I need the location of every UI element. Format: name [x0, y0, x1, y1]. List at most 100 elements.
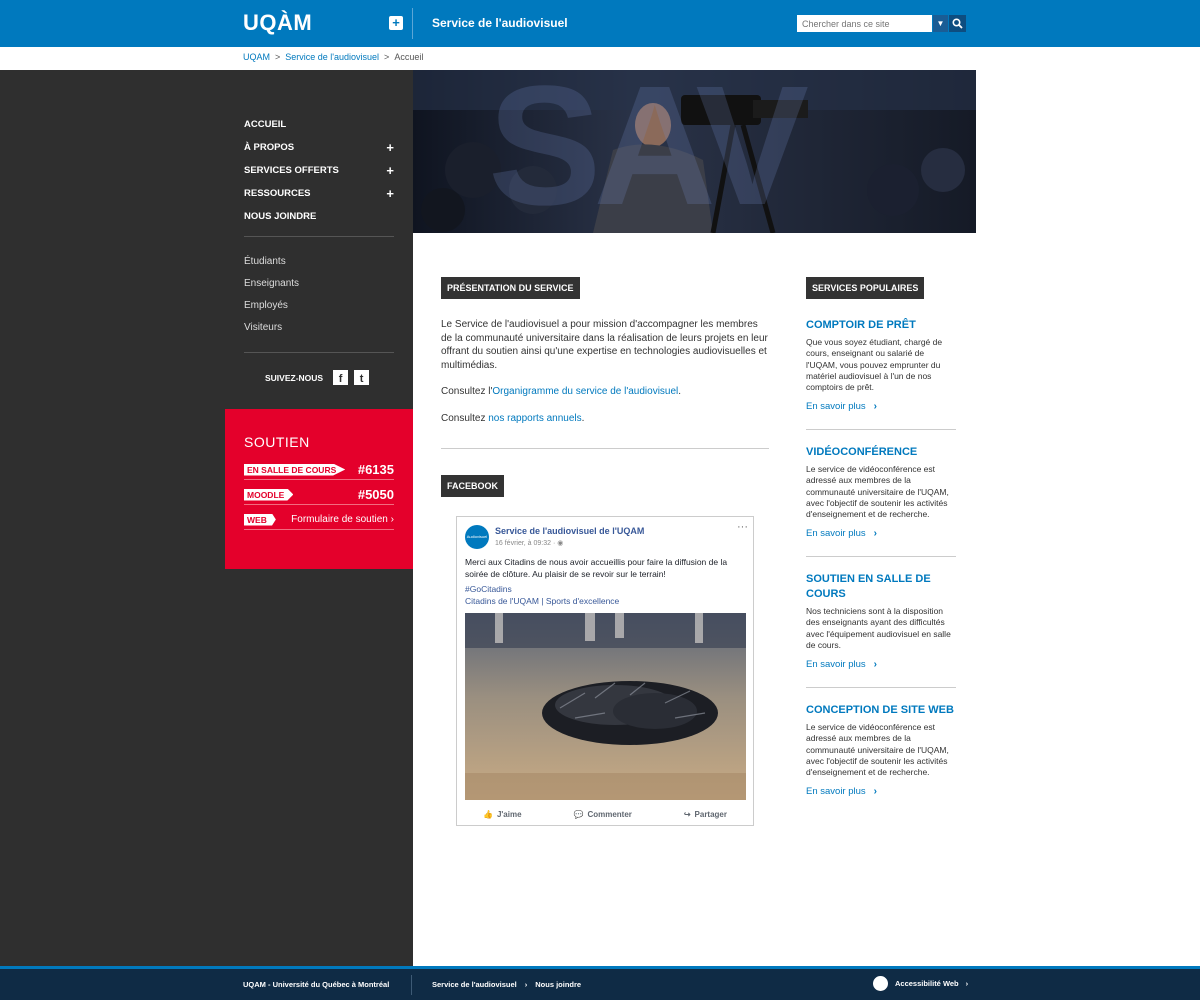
chevron-right-icon: › — [965, 979, 969, 988]
soutien-row-moodle[interactable]: MOODLE #5050 — [244, 485, 394, 505]
audience-nav: Étudiants Enseignants Employés Visiteurs — [244, 254, 394, 342]
menu-plus-button[interactable]: + — [389, 16, 403, 30]
service-title[interactable]: VIDÉOCONFÉRENCE — [806, 445, 956, 460]
soutien-panel: SOUTIEN EN SALLE DE COURS #6135 MOODLE #… — [225, 409, 413, 569]
accessibility-link[interactable]: Accessibilité Web › — [873, 976, 968, 991]
learn-more-label: En savoir plus — [806, 528, 866, 540]
page-name-link[interactable]: Service de l'audiovisuel de l'UQAM — [495, 526, 644, 536]
learn-more-label: En savoir plus — [806, 401, 866, 413]
hashtag-link[interactable]: #GoCitadins — [465, 584, 512, 594]
accessibility-icon — [873, 976, 888, 991]
service-title[interactable]: COMPTOIR DE PRÊT — [806, 318, 956, 333]
sidebar-item-nous-joindre[interactable]: NOUS JOINDRE — [244, 205, 394, 228]
sidebar-divider — [244, 352, 394, 353]
audience-item-employes[interactable]: Employés — [244, 298, 394, 320]
sidebar-item-label: NOUS JOINDRE — [244, 211, 317, 222]
footer-contact-link[interactable]: Nous joindre — [535, 980, 581, 989]
service-title[interactable]: SOUTIEN EN SALLE DE COURS — [806, 572, 956, 602]
organigramme-link[interactable]: Organigramme du service de l'audiovisuel — [492, 386, 678, 397]
search-scope-dropdown[interactable]: ▼ — [933, 15, 948, 32]
learn-more-label: En savoir plus — [806, 786, 866, 798]
follow-label: SUIVEZ-NOUS — [265, 372, 324, 383]
search-input[interactable] — [797, 15, 932, 32]
footer-university-link[interactable]: UQAM - Université du Québec à Montréal — [243, 980, 389, 989]
service-card-comptoir: COMPTOIR DE PRÊT Que vous soyez étudiant… — [806, 318, 956, 412]
comment-icon: 💬 — [573, 809, 584, 819]
service-card-conception-web: CONCEPTION DE SITE WEB Le service de vid… — [806, 703, 956, 797]
audience-item-enseignants[interactable]: Enseignants — [244, 276, 394, 298]
service-divider — [806, 687, 956, 688]
breadcrumb-service[interactable]: Service de l'audiovisuel — [285, 52, 379, 62]
service-title[interactable]: CONCEPTION DE SITE WEB — [806, 703, 956, 718]
breadcrumb: UQAM > Service de l'audiovisuel > Accueil — [243, 52, 423, 62]
share-icon: ↪ — [683, 809, 691, 819]
service-card-videoconference: VIDÉOCONFÉRENCE Le service de vidéoconfé… — [806, 445, 956, 539]
facebook-heading: FACEBOOK — [441, 475, 505, 497]
pompoms-photo — [465, 613, 746, 800]
sidebar-item-label: SERVICES OFFERTS — [244, 165, 339, 176]
sidebar-item-services-offerts[interactable]: SERVICES OFFERTS + — [244, 159, 394, 182]
footer-service-link[interactable]: Service de l'audiovisuel — [432, 980, 517, 989]
facebook-icon[interactable]: f — [333, 370, 349, 385]
service-divider — [806, 429, 956, 430]
service-description: Nos techniciens sont à la disposition de… — [806, 606, 951, 650]
hero-overlay-letters: SAV — [488, 70, 809, 233]
soutien-tag: MOODLE — [244, 488, 294, 501]
footer: UQAM - Université du Québec à Montréal S… — [0, 969, 1200, 1000]
presentation-heading: PRÉSENTATION DU SERVICE — [441, 277, 580, 299]
section-divider — [441, 448, 769, 449]
learn-more-link[interactable]: En savoir plus › — [806, 659, 956, 670]
consult-suffix: . — [678, 386, 682, 397]
learn-more-link[interactable]: En savoir plus › — [806, 401, 956, 412]
soutien-tag: EN SALLE DE COURS — [244, 463, 346, 476]
follow-us: SUIVEZ-NOUS f t — [265, 370, 375, 385]
soutien-form-link[interactable]: Formulaire de soutien › — [291, 514, 394, 525]
post-date-text: 16 février, à 09:32 · — [495, 540, 558, 547]
globe-icon: ◉ — [557, 540, 564, 547]
like-button[interactable]: 👍 J'aime — [483, 810, 522, 819]
learn-more-link[interactable]: En savoir plus › — [806, 528, 956, 539]
accessibility-label: Accessibilité Web — [895, 979, 959, 988]
post-image[interactable] — [465, 613, 746, 800]
expand-icon[interactable]: + — [386, 163, 394, 178]
soutien-row-salle[interactable]: EN SALLE DE COURS #6135 — [244, 460, 394, 480]
header-divider — [412, 8, 413, 39]
chevron-right-icon: › — [873, 659, 878, 671]
rapports-annuels-link[interactable]: nos rapports annuels — [488, 413, 581, 424]
sidebar-item-a-propos[interactable]: À PROPOS + — [244, 136, 394, 159]
site-title[interactable]: Service de l'audiovisuel — [432, 16, 568, 30]
share-button[interactable]: ↪ Partager — [684, 810, 727, 819]
soutien-row-web[interactable]: WEB Formulaire de soutien › — [244, 510, 394, 530]
sidebar-item-label: À PROPOS — [244, 142, 295, 153]
search-icon — [952, 18, 963, 29]
twitter-icon[interactable]: t — [354, 370, 370, 385]
comment-button[interactable]: 💬 Commenter — [573, 810, 631, 819]
mention-link[interactable]: Citadins de l'UQAM | Sports d'excellence — [465, 596, 619, 606]
post-date[interactable]: 16 février, à 09:32 · ◉ — [495, 539, 563, 547]
expand-icon[interactable]: + — [386, 140, 394, 155]
sidebar-item-label: RESSOURCES — [244, 188, 311, 199]
comment-label: Commenter — [587, 809, 632, 819]
consult-suffix: . — [581, 412, 585, 424]
sidebar-item-label: ACCUEIL — [244, 119, 287, 130]
search-button[interactable] — [949, 15, 966, 32]
learn-more-link[interactable]: En savoir plus › — [806, 786, 956, 797]
audience-item-etudiants[interactable]: Étudiants — [244, 254, 394, 276]
learn-more-label: En savoir plus — [806, 659, 866, 671]
sidebar-item-accueil[interactable]: ACCUEIL — [244, 113, 394, 136]
breadcrumb-uqam[interactable]: UQAM — [243, 52, 270, 62]
sidebar-divider — [244, 236, 394, 237]
expand-icon[interactable]: + — [386, 186, 394, 201]
uqam-logo[interactable]: UQÀM — [243, 10, 312, 36]
sidebar-nav: ACCUEIL À PROPOS + SERVICES OFFERTS + RESS… — [244, 113, 394, 228]
breadcrumb-current: Accueil — [394, 52, 424, 62]
breadcrumb-separator: > — [275, 52, 281, 62]
chevron-right-icon: › — [873, 401, 878, 413]
chevron-right-icon: › — [390, 514, 394, 525]
audience-item-visiteurs[interactable]: Visiteurs — [244, 320, 394, 342]
sidebar-item-ressources[interactable]: RESSOURCES + — [244, 182, 394, 205]
page-avatar[interactable]: Audiovisuel UQAM — [465, 525, 489, 563]
more-options-icon[interactable]: ··· — [737, 521, 748, 533]
service-card-soutien-salle: SOUTIEN EN SALLE DE COURS Nos technicien… — [806, 572, 956, 670]
top-header: UQÀM + Service de l'audiovisuel ▼ — [0, 0, 1200, 47]
